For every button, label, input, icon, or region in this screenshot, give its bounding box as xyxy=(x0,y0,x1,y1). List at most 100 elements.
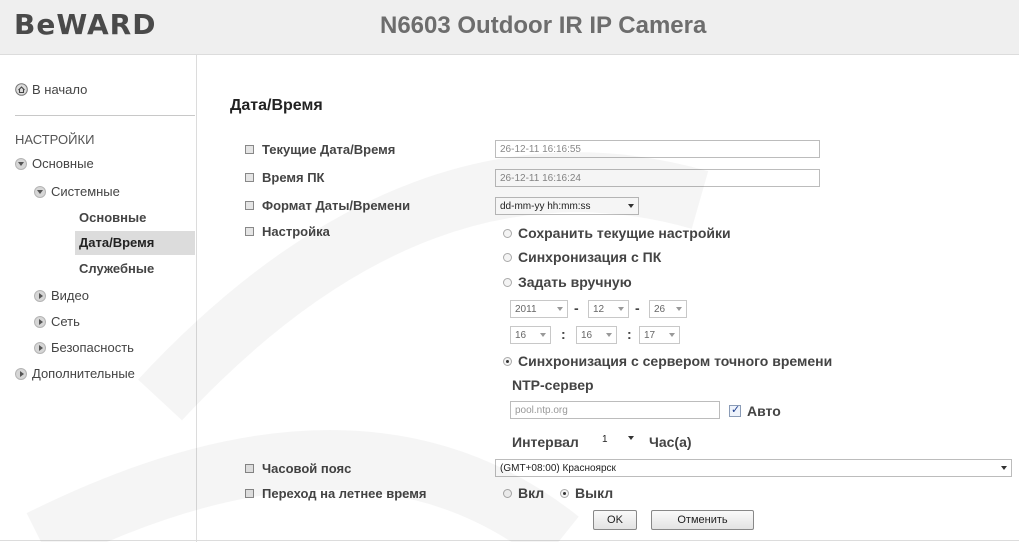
chevron-down-icon xyxy=(669,333,675,337)
day-select[interactable]: 26 xyxy=(649,300,687,318)
timezone-select[interactable]: (GMT+08:00) Красноярск xyxy=(495,459,1012,477)
radio-label: Синхронизация с сервером точного времени xyxy=(518,353,833,369)
home-icon xyxy=(15,83,28,96)
header-bar: BeWARD N6603 Outdoor IR IP Camera xyxy=(0,0,1019,55)
cancel-button[interactable]: Отменить xyxy=(651,510,754,530)
sync-pc-radio[interactable]: Синхронизация с ПК xyxy=(503,249,661,265)
time-separator: : xyxy=(627,326,632,342)
sidebar-item-basic[interactable]: Основные xyxy=(15,156,94,171)
row-label-text: Время ПК xyxy=(262,170,325,185)
sidebar-item-video[interactable]: Видео xyxy=(34,288,89,303)
settings-heading: НАСТРОЙКИ xyxy=(15,132,95,147)
row-label-text: Текущие Дата/Время xyxy=(262,142,396,157)
year-value: 2011 xyxy=(515,303,537,315)
sidebar-item-network[interactable]: Сеть xyxy=(34,314,80,329)
date-separator: - xyxy=(574,300,579,316)
current-datetime-field: 26-12-11 16:16:55 xyxy=(495,140,820,158)
radio-dot xyxy=(503,252,512,262)
bottom-divider xyxy=(0,540,1019,541)
sidebar-item-label: Системные xyxy=(51,184,120,199)
current-datetime-label: Текущие Дата/Время xyxy=(245,142,395,157)
home-link[interactable]: В начало xyxy=(15,82,87,97)
manual-radio[interactable]: Задать вручную xyxy=(503,274,632,290)
minute-select[interactable]: 16 xyxy=(576,326,617,344)
chevron-down-icon xyxy=(540,333,546,337)
pc-time-label: Время ПК xyxy=(245,170,324,185)
hour-select[interactable]: 16 xyxy=(510,326,551,344)
bullet-icon xyxy=(245,489,254,498)
month-value: 12 xyxy=(593,303,605,315)
radio-label: Сохранить текущие настройки xyxy=(518,225,731,241)
chevron-down-icon xyxy=(557,307,563,311)
pc-time-field: 26-12-11 16:16:24 xyxy=(495,169,820,187)
timezone-label: Часовой пояс xyxy=(245,461,351,476)
radio-label: Выкл xyxy=(575,485,614,501)
collapsed-arrow-icon xyxy=(34,289,46,302)
radio-dot-selected xyxy=(560,488,569,498)
month-select[interactable]: 12 xyxy=(588,300,629,318)
page-title: Дата/Время xyxy=(230,97,323,114)
ntp-server-input[interactable]: pool.ntp.org xyxy=(510,401,720,419)
sidebar-divider xyxy=(196,55,197,542)
minute-value: 16 xyxy=(581,329,593,341)
chevron-down-icon xyxy=(676,307,682,311)
collapsed-arrow-icon xyxy=(34,315,46,328)
ntp-sync-radio[interactable]: Синхронизация с сервером точного времени xyxy=(503,353,832,369)
row-label-text: Настройка xyxy=(262,224,330,239)
sidebar-item-datetime[interactable]: Дата/Время xyxy=(79,235,154,250)
row-label-text: Часовой пояс xyxy=(262,461,352,476)
sidebar-item-label: Дополнительные xyxy=(32,366,135,381)
sidebar-item-system[interactable]: Системные xyxy=(34,184,120,199)
auto-checkbox[interactable] xyxy=(729,403,741,417)
interval-value: 1 xyxy=(602,433,608,445)
sidebar-item-advanced[interactable]: Дополнительные xyxy=(15,366,135,381)
bullet-icon xyxy=(245,201,254,210)
expanded-arrow-icon xyxy=(34,185,46,198)
format-label: Формат Даты/Времени xyxy=(245,198,410,213)
chevron-down-icon xyxy=(1001,466,1007,470)
day-value: 26 xyxy=(654,303,666,315)
keep-settings-radio[interactable]: Сохранить текущие настройки xyxy=(503,225,731,241)
ntp-server-label: NTP-сервер xyxy=(512,377,594,393)
chevron-down-icon xyxy=(628,436,634,440)
interval-select[interactable]: 1 xyxy=(598,430,638,448)
chevron-down-icon xyxy=(628,204,634,208)
expanded-arrow-icon xyxy=(15,157,27,170)
sidebar-item-label: Основные xyxy=(32,156,94,171)
dst-on-radio[interactable]: Вкл xyxy=(503,485,544,501)
row-label-text: Формат Даты/Времени xyxy=(262,198,411,213)
ok-button[interactable]: OK xyxy=(593,510,637,530)
radio-label: Синхронизация с ПК xyxy=(518,249,662,265)
format-select-value: dd-mm-yy hh:mm:ss xyxy=(500,200,591,212)
beward-logo: BeWARD xyxy=(14,8,157,41)
app-title: N6603 Outdoor IR IP Camera xyxy=(380,12,707,39)
sidebar-item-label: Видео xyxy=(51,288,89,303)
auto-label: Авто xyxy=(747,403,781,419)
radio-label: Задать вручную xyxy=(518,274,632,290)
sidebar-item-security[interactable]: Безопасность xyxy=(34,340,134,355)
second-value: 17 xyxy=(644,329,656,341)
dst-off-radio[interactable]: Выкл xyxy=(560,485,613,501)
setup-label: Настройка xyxy=(245,224,330,239)
radio-label: Вкл xyxy=(518,485,545,501)
timezone-value: (GMT+08:00) Красноярск xyxy=(500,462,616,474)
format-select[interactable]: dd-mm-yy hh:mm:ss xyxy=(495,197,639,215)
home-label: В начало xyxy=(32,82,88,97)
sidebar-item-label: Сеть xyxy=(51,314,80,329)
sidebar-item-maintenance[interactable]: Служебные xyxy=(79,261,154,276)
row-label-text: Переход на летнее время xyxy=(262,486,427,501)
sidebar-item-label: Безопасность xyxy=(51,340,134,355)
hour-value: 16 xyxy=(515,329,527,341)
chevron-down-icon xyxy=(606,333,612,337)
bullet-icon xyxy=(245,145,254,154)
interval-unit: Час(а) xyxy=(649,434,692,450)
chevron-down-icon xyxy=(618,307,624,311)
sidebar-item-system-basic[interactable]: Основные xyxy=(79,210,146,225)
second-select[interactable]: 17 xyxy=(639,326,680,344)
year-select[interactable]: 2011 xyxy=(510,300,568,318)
collapsed-arrow-icon xyxy=(15,367,27,380)
collapsed-arrow-icon xyxy=(34,341,46,354)
radio-dot xyxy=(503,228,512,238)
bullet-icon xyxy=(245,173,254,182)
dst-label: Переход на летнее время xyxy=(245,486,426,501)
